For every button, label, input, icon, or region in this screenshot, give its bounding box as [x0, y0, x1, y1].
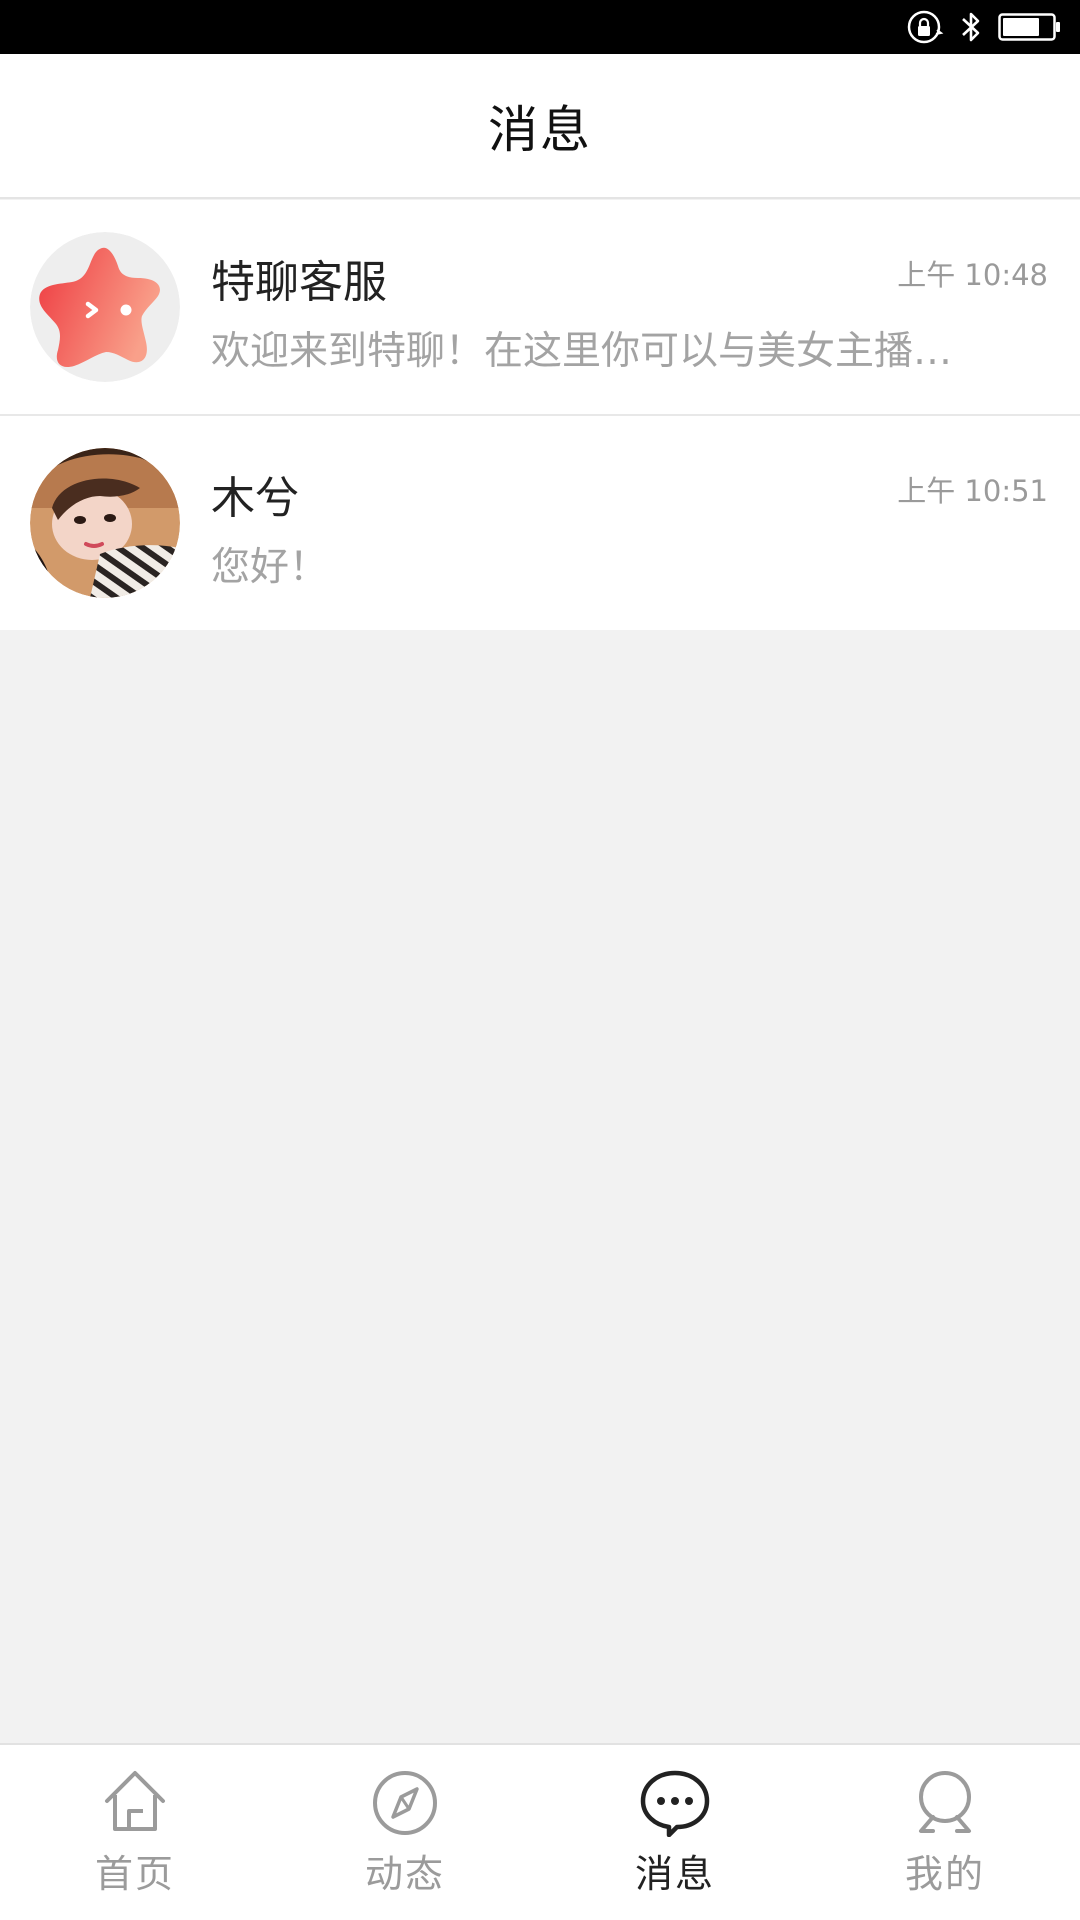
- conversation-time: 上午 10:48: [897, 258, 1048, 292]
- bluetooth-icon: [958, 9, 984, 45]
- conversation-item[interactable]: 特聊客服 上午 10:48 欢迎来到特聊！在这里你可以与美女主播一...: [0, 200, 1080, 414]
- tab-mine[interactable]: 我的: [810, 1745, 1080, 1920]
- conversation-name: 特聊客服: [211, 257, 387, 308]
- conversation-preview: 欢迎来到特聊！在这里你可以与美女主播一...: [211, 329, 971, 374]
- tab-label: 我的: [904, 1852, 985, 1896]
- conversation-list: 特聊客服 上午 10:48 欢迎来到特聊！在这里你可以与美女主播一... 木兮 …: [0, 200, 1080, 630]
- tab-label: 首页: [94, 1852, 175, 1896]
- app-root: 消息 特聊客服 上午 10:48 欢迎来到特聊！在这里你可以与美女主播一... …: [0, 0, 1080, 1920]
- home-icon: [99, 1765, 171, 1837]
- conversation-name: 木兮: [211, 473, 299, 524]
- page-title: 消息: [488, 100, 592, 159]
- compass-icon: [369, 1765, 441, 1837]
- star-mascot-avatar[interactable]: [30, 232, 180, 382]
- tab-label: 动态: [364, 1852, 445, 1896]
- chat-bubble-icon: [639, 1765, 711, 1838]
- rotation-lock-icon: [906, 8, 944, 46]
- tab-moments[interactable]: 动态: [270, 1745, 540, 1920]
- profile-icon: [909, 1765, 981, 1837]
- conversation-time: 上午 10:51: [897, 474, 1048, 508]
- page-header: 消息: [0, 54, 1080, 199]
- battery-icon: [998, 11, 1062, 43]
- conversation-item[interactable]: 木兮 上午 10:51 您好！: [0, 414, 1080, 630]
- status-bar: [0, 0, 1080, 54]
- conversation-preview: 您好！: [211, 545, 329, 590]
- tab-home[interactable]: 首页: [0, 1745, 270, 1920]
- bottom-tab-bar: 首页 动态 消息 我的: [0, 1743, 1080, 1920]
- user-photo-avatar[interactable]: [30, 448, 180, 598]
- tab-label: 消息: [634, 1852, 715, 1896]
- tab-messages[interactable]: 消息: [540, 1745, 810, 1920]
